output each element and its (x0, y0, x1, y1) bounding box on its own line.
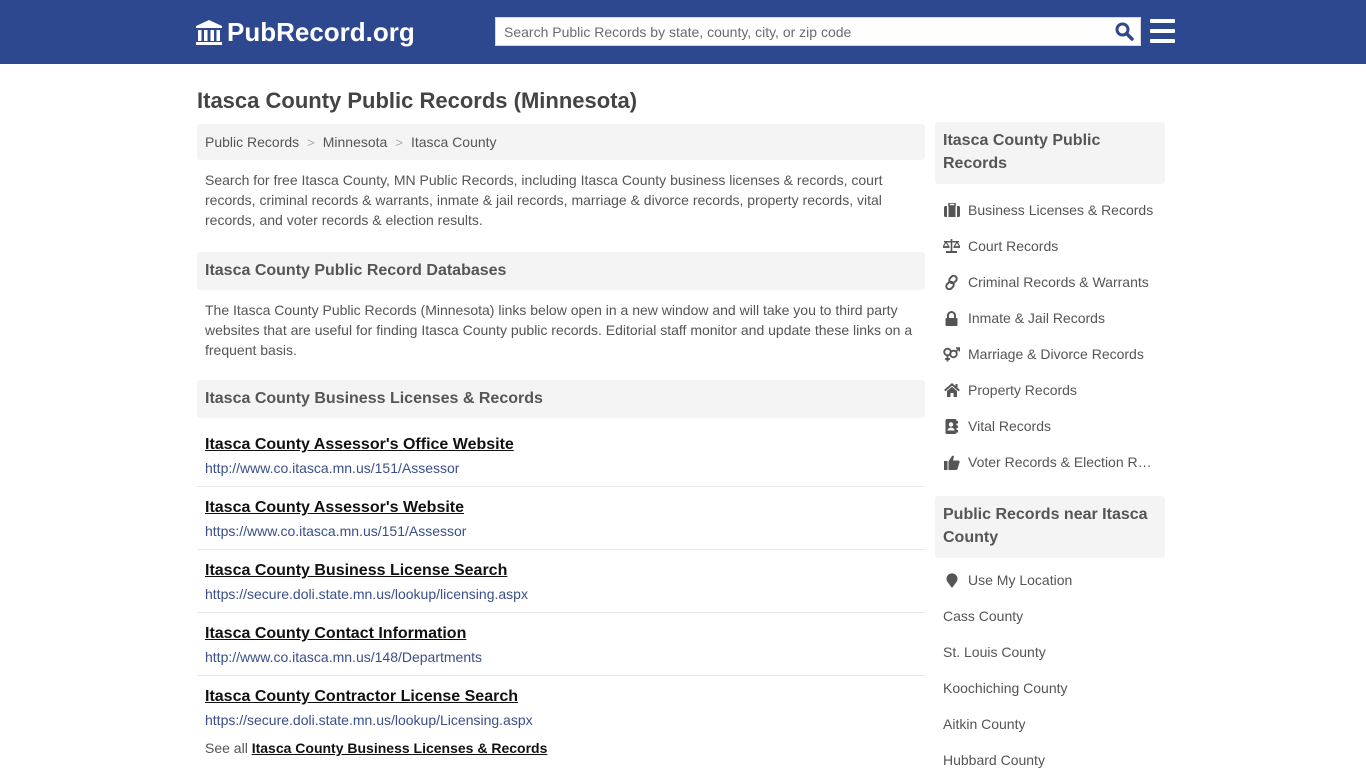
sidebar-item-vital[interactable]: Vital Records (935, 408, 1165, 444)
page-title: Itasca County Public Records (Minnesota) (197, 88, 638, 113)
gender-icon (943, 346, 960, 362)
databases-heading: Itasca County Public Record Databases (197, 252, 925, 290)
record-link-url: https://secure.doli.state.mn.us/lookup/L… (205, 712, 533, 728)
sidebar-item-court[interactable]: Court Records (935, 228, 1165, 264)
list-item: Itasca County Assessor's Office Website … (197, 418, 925, 487)
list-item: Itasca County Contact Information http:/… (197, 613, 925, 676)
record-link-title[interactable]: Itasca County Assessor's Office Website (205, 434, 917, 456)
list-item: Itasca County Business License Search ht… (197, 550, 925, 613)
menu-bar-line (1150, 29, 1175, 33)
link-icon (943, 274, 960, 290)
nearby-county-link[interactable]: Cass County (935, 598, 1165, 634)
sidebar-item-label: Criminal Records & Warrants (968, 274, 1149, 290)
record-link-title[interactable]: Itasca County Assessor's Website (205, 497, 917, 519)
use-my-location-button[interactable]: Use My Location (935, 562, 1165, 598)
record-link-url: http://www.co.itasca.mn.us/148/Departmen… (205, 649, 483, 665)
breadcrumb: Public Records > Minnesota > Itasca Coun… (197, 124, 925, 160)
search-button[interactable] (1108, 18, 1140, 45)
see-all-row: See all Itasca County Business Licenses … (197, 738, 925, 758)
sidebar-item-label: Marriage & Divorce Records (968, 346, 1144, 362)
record-link-title[interactable]: Itasca County Business License Search (205, 560, 917, 582)
breadcrumb-minnesota[interactable]: Minnesota (323, 134, 388, 150)
nearby-county-link[interactable]: Hubbard County (935, 742, 1165, 778)
see-all-link[interactable]: Itasca County Business Licenses & Record… (252, 740, 548, 756)
breadcrumb-separator: > (307, 134, 315, 150)
sidebar-item-criminal[interactable]: Criminal Records & Warrants (935, 264, 1165, 300)
breadcrumb-public-records[interactable]: Public Records (205, 134, 299, 150)
record-link-url: https://www.co.itasca.mn.us/151/Assessor (205, 523, 467, 539)
nearby-county-link[interactable]: St. Louis County (935, 634, 1165, 670)
thumbs-up-icon (943, 454, 960, 470)
search-bar (495, 17, 1141, 46)
business-section-heading: Itasca County Business Licenses & Record… (197, 380, 925, 418)
search-icon (1115, 22, 1134, 41)
record-link-title[interactable]: Itasca County Contractor License Search (205, 686, 917, 708)
contact-book-icon (943, 418, 960, 434)
map-marker-icon (943, 572, 960, 588)
databases-description: The Itasca County Public Records (Minnes… (205, 302, 913, 358)
see-all-prefix: See all (205, 740, 248, 756)
sidebar-nearby-heading: Public Records near Itasca County (935, 496, 1165, 558)
sidebar-item-label: Business Licenses & Records (968, 202, 1154, 218)
sidebar-item-business[interactable]: Business Licenses & Records (935, 192, 1165, 228)
sidebar-item-label: Inmate & Jail Records (968, 310, 1105, 326)
site-logo[interactable]: PubRecord.org (195, 17, 415, 48)
main-content: Public Records > Minnesota > Itasca Coun… (197, 124, 925, 758)
sidebar-item-label: Voter Records & Election Results (968, 454, 1158, 470)
menu-bar-line (1150, 19, 1175, 23)
top-nav-bar: PubRecord.org (0, 0, 1366, 64)
scales-icon (943, 238, 960, 254)
sidebar-item-label: Property Records (968, 382, 1077, 398)
nearby-county-list: Use My Location Cass County St. Louis Co… (935, 558, 1165, 778)
sidebar-item-property[interactable]: Property Records (935, 372, 1165, 408)
sidebar: Itasca County Public Records Business Li… (935, 122, 1165, 778)
sidebar-item-label: Court Records (968, 238, 1059, 254)
logo-text: PubRecord.org (227, 17, 415, 47)
home-icon (943, 382, 960, 398)
list-item: Itasca County Contractor License Search … (197, 676, 925, 738)
record-link-url: http://www.co.itasca.mn.us/151/Assessor (205, 460, 460, 476)
search-input[interactable] (496, 18, 1108, 45)
sidebar-item-marriage[interactable]: Marriage & Divorce Records (935, 336, 1165, 372)
list-item: Itasca County Assessor's Website https:/… (197, 487, 925, 550)
sidebar-item-voter[interactable]: Voter Records & Election Results (935, 444, 1165, 480)
intro-text: Search for free Itasca County, MN Public… (205, 172, 883, 228)
briefcase-icon (943, 202, 960, 218)
breadcrumb-itasca-county[interactable]: Itasca County (411, 134, 497, 150)
sidebar-item-inmate[interactable]: Inmate & Jail Records (935, 300, 1165, 336)
courthouse-icon (196, 19, 222, 45)
lock-icon (943, 310, 960, 326)
nearby-county-link[interactable]: Aitkin County (935, 706, 1165, 742)
record-link-url: https://secure.doli.state.mn.us/lookup/l… (205, 586, 528, 602)
breadcrumb-separator: > (395, 134, 403, 150)
hamburger-menu-button[interactable] (1150, 19, 1175, 43)
sidebar-records-heading: Itasca County Public Records (935, 122, 1165, 184)
menu-bar-line (1150, 39, 1175, 43)
record-link-title[interactable]: Itasca County Contact Information (205, 623, 917, 645)
sidebar-records-list: Business Licenses & Records Court Record… (935, 184, 1165, 480)
use-my-location-label: Use My Location (968, 572, 1073, 588)
business-link-list: Itasca County Assessor's Office Website … (197, 418, 925, 738)
nearby-county-link[interactable]: Koochiching County (935, 670, 1165, 706)
sidebar-item-label: Vital Records (968, 418, 1052, 434)
